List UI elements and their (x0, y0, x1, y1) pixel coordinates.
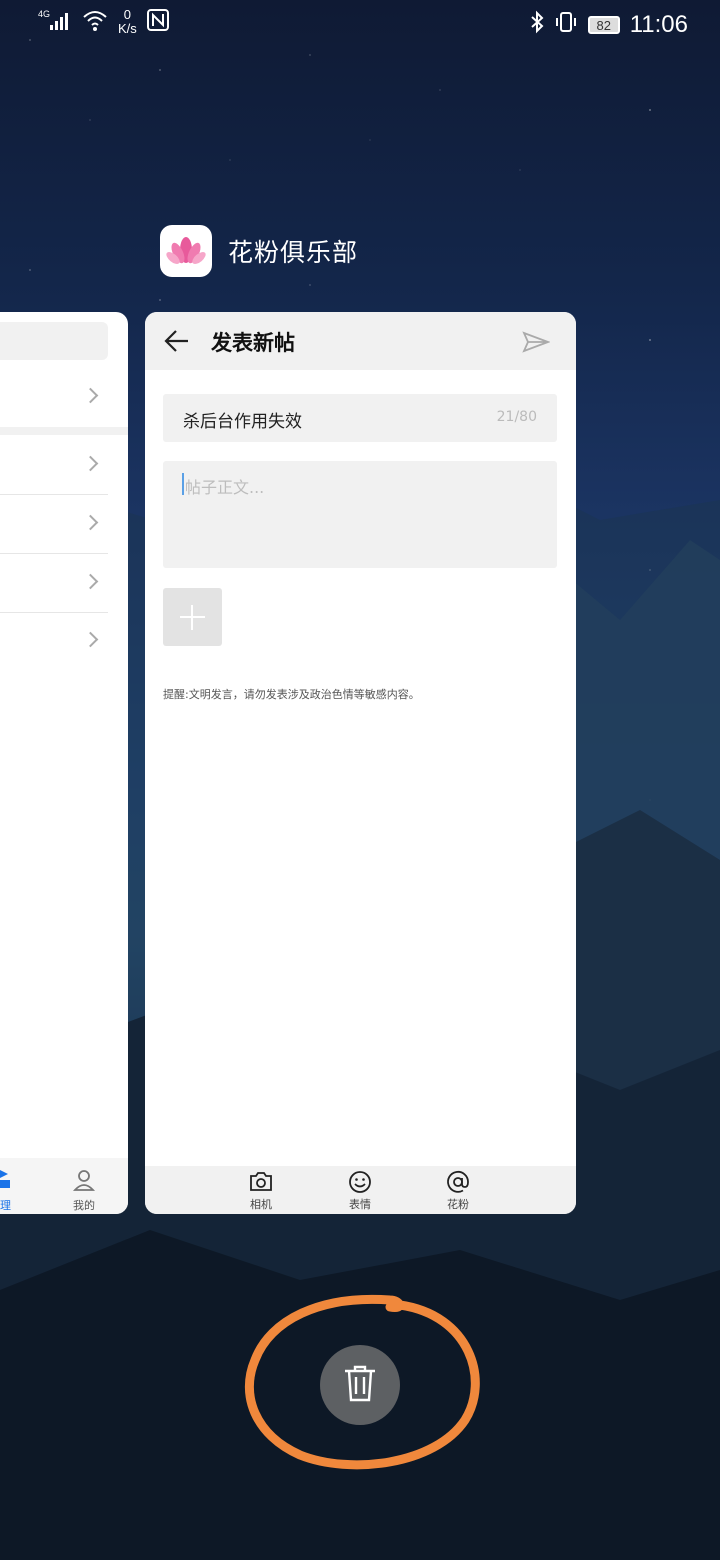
list-item (0, 368, 118, 426)
post-title-field[interactable]: 杀后台作用失效 21/80 (163, 394, 557, 442)
recent-app-card-current[interactable]: 发表新帖 杀后台作用失效 21/80 帖子正文... 提醒:文明发言，请勿发表涉… (145, 312, 576, 1214)
recent-app-header[interactable]: 花粉俱乐部 (160, 225, 358, 277)
list-item (0, 612, 118, 670)
emoji-button[interactable]: 表情 (330, 1170, 390, 1212)
net-speed-value: 0 (123, 7, 132, 22)
trash-icon (342, 1363, 378, 1407)
posting-reminder: 提醒:文明发言，请勿发表涉及政治色情等敏感内容。 (163, 688, 420, 701)
signal-icon: 4G (38, 8, 72, 38)
net-speed-unit: K/s (118, 21, 137, 36)
camera-button[interactable]: 相机 (231, 1170, 291, 1212)
post-title-value: 杀后台作用失效 (183, 412, 302, 432)
list-item (0, 495, 118, 553)
battery-level: 82 (587, 16, 620, 34)
bluetooth-icon (530, 10, 544, 40)
camera-label: 相机 (250, 1198, 272, 1211)
app-name: 花粉俱乐部 (228, 238, 359, 267)
net-speed: 0 K/s (118, 8, 137, 36)
chevron-right-icon (82, 573, 99, 590)
send-icon[interactable] (522, 330, 551, 354)
manage-icon (0, 1168, 14, 1192)
at-icon (428, 1170, 488, 1194)
network-type-label: 4G (38, 9, 50, 19)
vibrate-icon (554, 10, 578, 40)
text-cursor (182, 473, 184, 495)
section-divider (0, 427, 128, 435)
chevron-right-icon (82, 387, 99, 404)
wifi-icon (82, 8, 108, 38)
add-image-button[interactable] (163, 588, 222, 646)
chevron-right-icon (82, 514, 99, 531)
chevron-right-icon (82, 631, 99, 648)
clock: 11:06 (629, 11, 688, 38)
status-bar: 4G 0 K/s 82 11:06 (0, 0, 720, 48)
search-bar (0, 322, 108, 360)
list-item (0, 554, 118, 612)
post-body-placeholder: 帖子正文... (185, 478, 265, 497)
toolbar: 发表新帖 (145, 312, 576, 370)
back-arrow-icon[interactable] (163, 328, 191, 354)
chevron-right-icon (82, 455, 99, 472)
bottom-tab-bar: 理 我的 (0, 1158, 128, 1214)
tab-label-mine: 我的 (73, 1199, 95, 1212)
page-title: 发表新帖 (211, 331, 295, 355)
plus-icon-stroke (191, 605, 193, 630)
title-char-count: 21/80 (496, 409, 537, 425)
person-icon (72, 1168, 96, 1196)
emoji-label: 表情 (349, 1198, 371, 1211)
nfc-icon (146, 8, 169, 38)
mention-label: 花粉 (447, 1198, 469, 1211)
composer-toolbar: 相机 表情 花粉 (145, 1166, 576, 1214)
lotus-icon (160, 225, 212, 277)
camera-icon (231, 1170, 291, 1194)
emoji-icon (330, 1170, 390, 1194)
list-item (0, 436, 118, 494)
clear-all-button[interactable] (320, 1345, 400, 1425)
recent-app-card-previous[interactable]: 理 我的 (0, 312, 128, 1214)
post-body-field[interactable]: 帖子正文... (163, 461, 557, 568)
mention-button[interactable]: 花粉 (428, 1170, 488, 1212)
tab-label-manage: 理 (0, 1199, 11, 1212)
